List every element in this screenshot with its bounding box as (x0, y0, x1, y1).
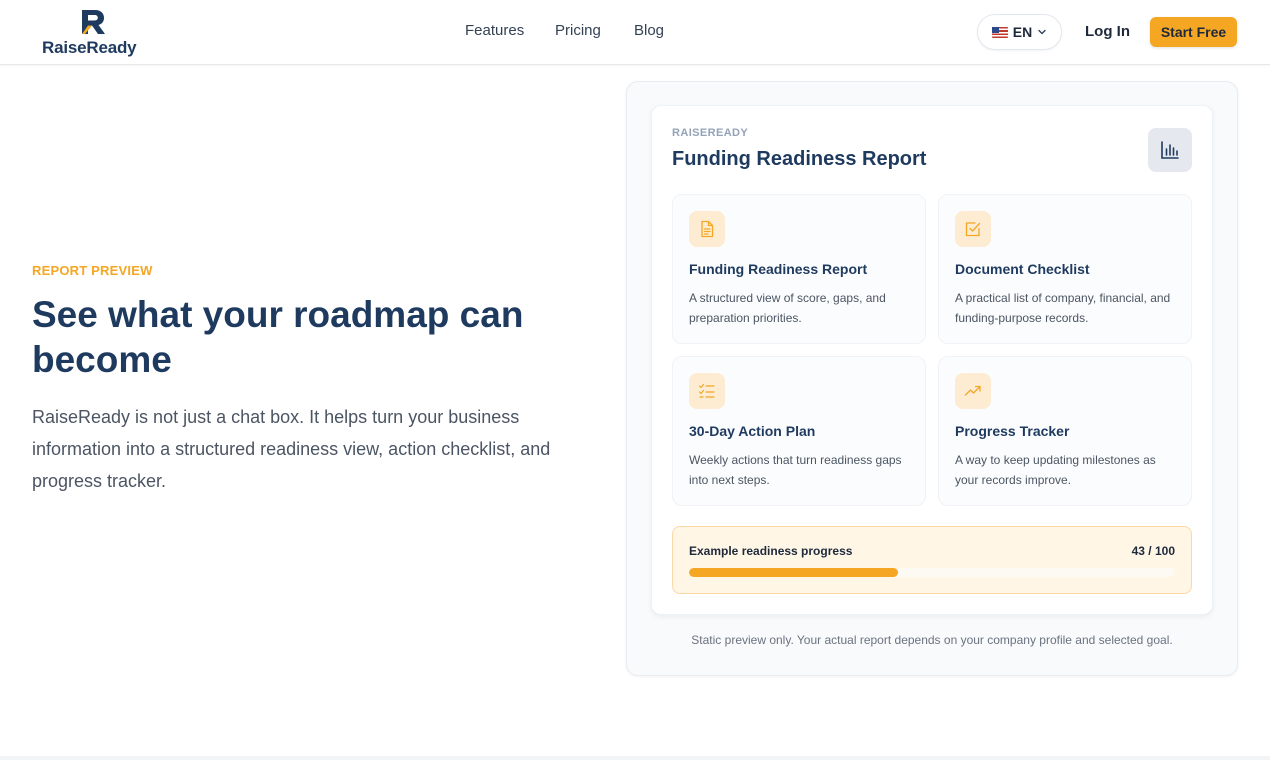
tile-description: A structured view of score, gaps, and pr… (689, 291, 886, 325)
tile-title: 30-Day Action Plan (689, 423, 816, 439)
tile-title: Funding Readiness Report (689, 261, 868, 277)
brand-name: RaiseReady (42, 38, 137, 57)
progress-value: 43 / 100 (1131, 544, 1175, 558)
language-selector[interactable]: EN (977, 14, 1062, 50)
progress-track (689, 568, 1175, 577)
checkbox-icon (965, 222, 981, 237)
start-free-button[interactable]: Start Free (1150, 17, 1237, 47)
tile-funding-readiness-report: Funding Readiness Report A structured vi… (672, 194, 926, 344)
tile-description: A practical list of company, financial, … (955, 291, 1171, 325)
language-code: EN (1012, 24, 1033, 40)
logo-mark-icon (82, 10, 105, 34)
report-brand-label: RAISEREADY (672, 127, 749, 139)
tile-document-checklist: Document Checklist A practical list of c… (938, 194, 1192, 344)
bar-chart-icon (1161, 141, 1179, 159)
document-icon (701, 220, 714, 238)
progress-label: Example readiness progress (689, 544, 853, 558)
nav-features[interactable]: Features (465, 22, 524, 39)
login-link[interactable]: Log In (1085, 23, 1130, 40)
trending-up-icon (964, 385, 981, 396)
us-flag-icon (991, 26, 1008, 38)
site-header: RaiseReady Features Pricing Blog EN Log … (0, 0, 1270, 65)
tile-title: Progress Tracker (955, 423, 1070, 439)
tile-icon-wrap (955, 373, 991, 409)
tile-progress-tracker: Progress Tracker A way to keep updating … (938, 356, 1192, 506)
tile-description: Weekly actions that turn readiness gaps … (689, 453, 902, 487)
tile-icon-wrap (689, 211, 725, 247)
progress-fill (689, 568, 898, 577)
nav-blog[interactable]: Blog (634, 22, 664, 39)
brand-logo[interactable]: RaiseReady (42, 9, 152, 59)
chart-button[interactable] (1148, 128, 1192, 172)
checklist-icon (698, 383, 715, 398)
nav-pricing[interactable]: Pricing (555, 22, 601, 39)
hero-headline: See what your roadmap can become (32, 294, 524, 380)
preview-disclaimer: Static preview only. Your actual report … (691, 633, 1173, 647)
chevron-down-icon (1038, 29, 1046, 35)
report-title: Funding Readiness Report (672, 148, 927, 170)
tile-title: Document Checklist (955, 261, 1090, 277)
tile-icon-wrap (955, 211, 991, 247)
tile-30-day-action-plan: 30-Day Action Plan Weekly actions that t… (672, 356, 926, 506)
readiness-progress: Example readiness progress 43 / 100 (672, 526, 1192, 594)
section-divider (0, 756, 1270, 760)
section-kicker: REPORT PREVIEW (32, 263, 153, 278)
hero-description: RaiseReady is not just a chat box. It he… (32, 407, 551, 491)
tile-description: A way to keep updating milestones as you… (955, 453, 1156, 487)
tile-icon-wrap (689, 373, 725, 409)
